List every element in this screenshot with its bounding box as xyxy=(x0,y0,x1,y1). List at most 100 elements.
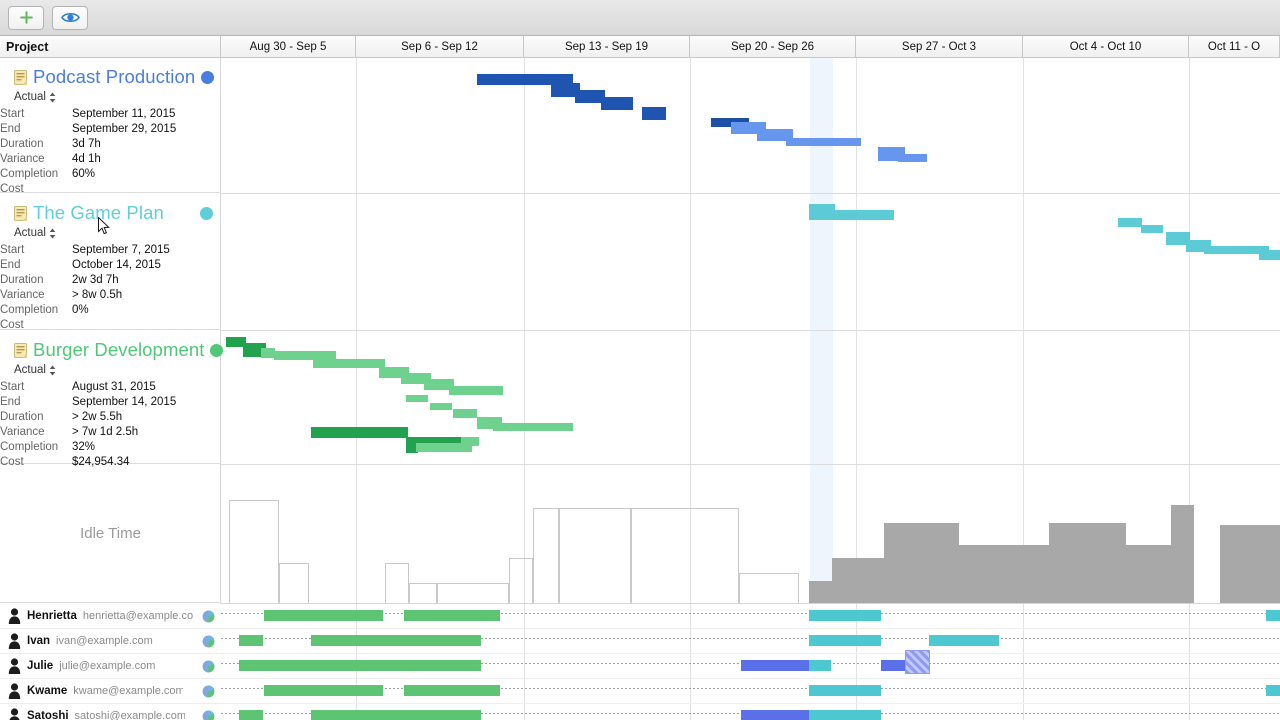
project-field-key: Completion xyxy=(0,167,59,180)
overallocation-indicator[interactable] xyxy=(905,650,930,674)
project-info-0[interactable]: Podcast Production Actual Start September 1… xyxy=(0,58,221,195)
idle-outline-step xyxy=(385,563,409,603)
gantt-bar[interactable] xyxy=(261,348,275,358)
resource-allocation-bar[interactable] xyxy=(929,635,999,646)
project-field-row: Variance 4d 1h xyxy=(0,151,221,166)
project-field-value: > 7w 1d 2.5h xyxy=(72,425,139,438)
gantt-bar[interactable] xyxy=(311,427,408,438)
resource-allocation-bar[interactable] xyxy=(404,685,500,696)
resource-row-2[interactable]: Julie julie@example.com xyxy=(0,654,221,679)
project-field-row: Start September 7, 2015 xyxy=(0,242,221,257)
chevron-updown-icon[interactable] xyxy=(49,365,56,376)
resource-email: kwame@example.com xyxy=(73,685,184,697)
idle-time-label: Idle Time xyxy=(80,525,141,542)
resource-allocation-bar[interactable] xyxy=(741,660,811,671)
project-title-row[interactable]: Burger Development xyxy=(0,337,224,363)
project-mode-selector[interactable]: Actual xyxy=(0,90,221,105)
resource-allocation-bar[interactable] xyxy=(311,635,481,646)
project-field-key: Start xyxy=(0,243,25,256)
utilization-pie-icon[interactable] xyxy=(202,660,215,673)
resource-allocation-bar[interactable] xyxy=(1266,610,1280,621)
person-icon xyxy=(8,683,21,699)
resource-allocation-bar[interactable] xyxy=(239,710,263,720)
resource-allocation-bar[interactable] xyxy=(404,610,500,621)
project-color-dot[interactable] xyxy=(200,206,213,220)
week-header-3[interactable]: Sep 20 - Sep 26 xyxy=(690,36,856,57)
resource-allocation-bar[interactable] xyxy=(809,710,881,720)
idle-fill-bar xyxy=(832,558,884,603)
week-header-4[interactable]: Sep 27 - Oct 3 xyxy=(856,36,1023,57)
project-mode-label: Actual xyxy=(14,227,46,239)
resource-allocation-bar[interactable] xyxy=(264,610,383,621)
gantt-bar[interactable] xyxy=(786,138,861,146)
project-field-row: Completion 0% xyxy=(0,302,221,317)
gantt-bar[interactable] xyxy=(826,210,894,220)
gantt-bar[interactable] xyxy=(313,359,385,368)
week-header-1[interactable]: Sep 6 - Sep 12 xyxy=(356,36,524,57)
resource-row-4[interactable]: Satoshi satoshi@example.com xyxy=(0,704,221,720)
gantt-bar[interactable] xyxy=(1141,225,1163,233)
resource-allocation-bar[interactable] xyxy=(881,660,906,671)
utilization-pie-icon[interactable] xyxy=(202,610,215,623)
week-header-0[interactable]: Aug 30 - Sep 5 xyxy=(221,36,356,57)
resource-allocation-bar[interactable] xyxy=(311,710,481,720)
view-button[interactable] xyxy=(52,5,88,30)
resource-row-0[interactable]: Henrietta henrietta@example.con xyxy=(0,604,221,629)
week-headers: Aug 30 - Sep 5 Sep 6 - Sep 12 Sep 13 - Sep… xyxy=(221,36,1280,57)
project-field-key: End xyxy=(0,395,21,408)
project-title-row[interactable]: The Game Plan xyxy=(0,200,221,226)
gantt-bar[interactable] xyxy=(1259,250,1280,260)
gantt-chart-area[interactable] xyxy=(221,58,1280,720)
gantt-bar[interactable] xyxy=(449,386,503,395)
resource-allocation-bar[interactable] xyxy=(809,610,881,621)
gantt-bar[interactable] xyxy=(453,409,477,418)
week-header-5[interactable]: Oct 4 - Oct 10 xyxy=(1023,36,1189,57)
gantt-bar[interactable] xyxy=(1118,218,1142,227)
utilization-pie-icon[interactable] xyxy=(202,685,215,698)
utilization-pie-icon[interactable] xyxy=(202,710,215,720)
resource-allocation-bar[interactable] xyxy=(809,660,831,671)
gantt-bar[interactable] xyxy=(642,107,666,120)
resource-allocation-bar[interactable] xyxy=(239,660,481,671)
gantt-bar[interactable] xyxy=(406,395,428,402)
project-field-key: Variance xyxy=(0,288,45,301)
gantt-bar[interactable] xyxy=(430,403,452,410)
document-icon xyxy=(14,205,27,221)
week-header-2[interactable]: Sep 13 - Sep 19 xyxy=(524,36,690,57)
project-field-value: 3d 7h xyxy=(72,137,101,150)
resource-allocation-bar[interactable] xyxy=(264,685,383,696)
project-mode-label: Actual xyxy=(14,364,46,376)
gantt-bar[interactable] xyxy=(898,154,927,162)
project-mode-selector[interactable]: Actual xyxy=(0,226,221,241)
project-mode-selector[interactable]: Actual xyxy=(0,363,221,378)
gantt-bar[interactable] xyxy=(601,97,633,110)
idle-fill-bar xyxy=(1049,523,1126,603)
resource-name: Satoshi xyxy=(27,710,69,720)
resource-allocation-bar[interactable] xyxy=(741,710,811,720)
project-field-row: Cost xyxy=(0,317,221,332)
resource-allocation-bar[interactable] xyxy=(239,635,263,646)
chevron-updown-icon[interactable] xyxy=(49,92,56,103)
resource-row-3[interactable]: Kwame kwame@example.com xyxy=(0,679,221,704)
resource-allocation-bar[interactable] xyxy=(809,685,881,696)
utilization-pie-icon[interactable] xyxy=(202,635,215,648)
project-title-row[interactable]: Podcast Production xyxy=(0,64,221,90)
chevron-updown-icon[interactable] xyxy=(49,228,56,239)
week-header-6[interactable]: Oct 11 - O xyxy=(1189,36,1280,57)
resource-row-1[interactable]: Ivan ivan@example.com xyxy=(0,629,221,654)
project-color-dot[interactable] xyxy=(210,343,224,357)
project-info-2[interactable]: Burger Development Actual Start August 31, … xyxy=(0,331,224,468)
add-button[interactable] xyxy=(8,5,44,30)
gantt-bar[interactable] xyxy=(416,443,472,452)
idle-time-panel: Idle Time xyxy=(0,465,221,603)
person-icon xyxy=(8,658,21,674)
resource-allocation-bar[interactable] xyxy=(1266,685,1280,696)
project-field-value: > 8w 0.5h xyxy=(72,288,123,301)
project-color-dot[interactable] xyxy=(201,70,215,84)
project-info-1[interactable]: The Game Plan Actual Start September 7, 201… xyxy=(0,194,221,332)
project-field-key: Duration xyxy=(0,137,44,150)
resource-allocation-bar[interactable] xyxy=(809,635,881,646)
project-field-row: Duration 3d 7h xyxy=(0,136,221,151)
gantt-bar[interactable] xyxy=(493,423,573,431)
project-field-key: Cost xyxy=(0,318,24,331)
